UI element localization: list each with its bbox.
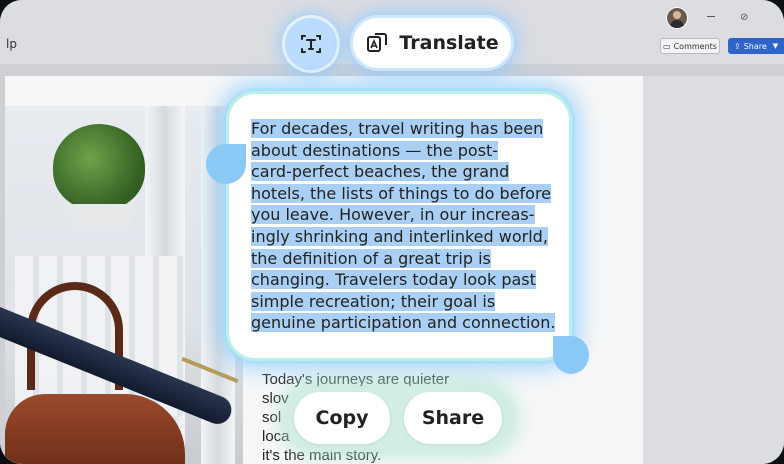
text-recognition-icon — [301, 35, 321, 53]
translate-icon — [367, 33, 388, 52]
help-menu[interactable]: lp — [6, 37, 17, 51]
side-pane — [643, 76, 784, 464]
translate-button[interactable]: Translate — [353, 18, 511, 68]
comment-icon: ▭ — [663, 41, 671, 51]
selected-text-line: about destinations — the post- — [251, 140, 499, 160]
selected-text-line: you leave. However, in our increas- — [251, 205, 535, 225]
photo-bag — [5, 394, 185, 464]
document-share-label: Share — [743, 41, 767, 51]
copy-button[interactable]: Copy — [294, 392, 390, 444]
selected-text-line: card-perfect beaches, the grand — [251, 162, 510, 182]
selected-text-line: the definition of a great trip is — [251, 248, 491, 268]
selection-end-handle[interactable] — [553, 336, 589, 374]
document-share-button[interactable]: ⇪ Share ▼ — [728, 38, 784, 54]
text-recognition-button[interactable] — [285, 18, 337, 70]
share-button[interactable]: Share — [404, 392, 502, 444]
selected-text-line: ingly shrinking and interlinked world, — [251, 226, 548, 246]
selected-text-line: changing. Travelers today look past — [251, 270, 536, 290]
minimize-icon[interactable] — [707, 16, 715, 17]
photo-pot — [71, 204, 131, 230]
selected-text-line: simple recreation; their goal is — [251, 291, 496, 311]
avatar[interactable] — [666, 7, 688, 29]
share-icon: ⇪ — [734, 41, 741, 51]
screen: lp ⊘ ▭ Comments ⇪ Share ▼ Today's journe… — [0, 0, 784, 464]
selected-text[interactable]: For decades, travel writing has been abo… — [251, 118, 556, 334]
chevron-down-icon: ▼ — [772, 42, 779, 50]
translate-label: Translate — [399, 32, 499, 54]
selected-text-line: genuine participation and connection. — [251, 313, 556, 333]
restore-icon[interactable]: ⊘ — [740, 12, 748, 23]
selection-start-handle[interactable] — [206, 144, 246, 184]
selected-text-line: For decades, travel writing has been — [251, 119, 544, 138]
selected-text-line: hotels, the lists of things to do before — [251, 183, 552, 203]
photo-plant — [53, 124, 145, 210]
comments-button[interactable]: ▭ Comments — [660, 38, 720, 54]
comments-label: Comments — [673, 41, 717, 51]
